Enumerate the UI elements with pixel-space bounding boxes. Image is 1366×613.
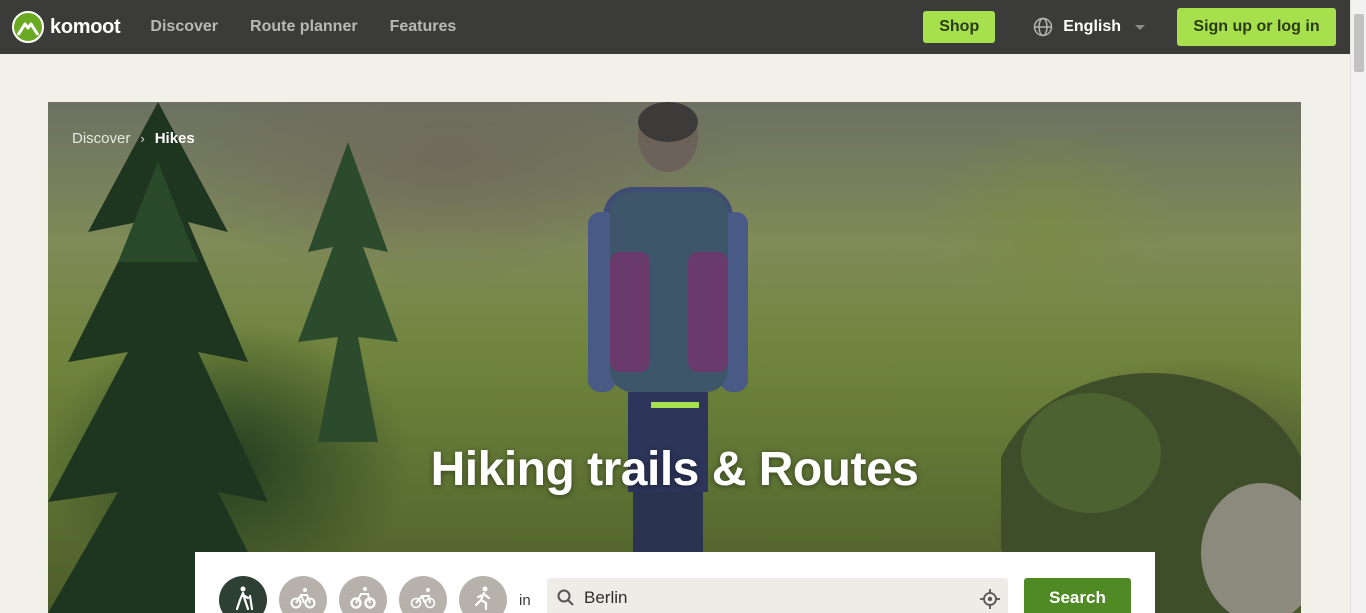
sport-hiking-button[interactable] [219, 576, 267, 613]
breadcrumb-discover[interactable]: Discover [72, 130, 130, 147]
logo-text: komoot [50, 15, 121, 38]
in-label: in [519, 592, 531, 609]
shop-button[interactable]: Shop [923, 11, 996, 43]
tree-image [48, 102, 278, 613]
language-selector[interactable]: English [1033, 17, 1145, 37]
hiker-image [588, 102, 748, 613]
sport-mountain-bike-button[interactable] [339, 576, 387, 613]
scrollbar-thumb[interactable] [1354, 14, 1364, 72]
search-panel: in Search [195, 552, 1155, 613]
chevron-down-icon [1135, 24, 1145, 30]
hero-banner: Discover › Hikes Hiking trails & Routes [48, 102, 1301, 613]
nav-link-features[interactable]: Features [390, 18, 457, 36]
breadcrumb-separator: › [140, 131, 145, 146]
running-icon [474, 586, 491, 611]
search-button[interactable]: Search [1024, 578, 1131, 613]
sport-bike-button[interactable] [279, 576, 327, 613]
signup-login-button[interactable]: Sign up or log in [1177, 8, 1336, 46]
komoot-logo-icon [12, 11, 44, 43]
background-tree-image [298, 142, 398, 442]
hiking-icon [235, 586, 254, 611]
page-title: Hiking trails & Routes [430, 443, 919, 496]
title-accent-bar [651, 402, 699, 408]
locate-me-icon[interactable] [980, 589, 1000, 609]
breadcrumb: Discover › Hikes [72, 130, 195, 147]
breadcrumb-hikes: Hikes [154, 130, 195, 147]
language-label: English [1063, 18, 1121, 35]
nav-link-route-planner[interactable]: Route planner [250, 18, 358, 36]
nav-link-discover[interactable]: Discover [150, 18, 218, 36]
bike-icon [290, 588, 316, 609]
page-scrollbar[interactable] [1350, 0, 1366, 613]
road-bike-icon [410, 588, 436, 609]
sport-running-button[interactable] [459, 576, 507, 613]
search-icon [557, 589, 574, 606]
location-search-field[interactable] [547, 578, 1008, 613]
location-input[interactable] [584, 588, 964, 608]
mountain-bike-icon [350, 587, 376, 609]
sport-road-bike-button[interactable] [399, 576, 447, 613]
top-navigation: komoot Discover Route planner Features S… [0, 0, 1350, 54]
globe-icon [1033, 17, 1053, 37]
komoot-logo[interactable]: komoot [12, 11, 121, 43]
